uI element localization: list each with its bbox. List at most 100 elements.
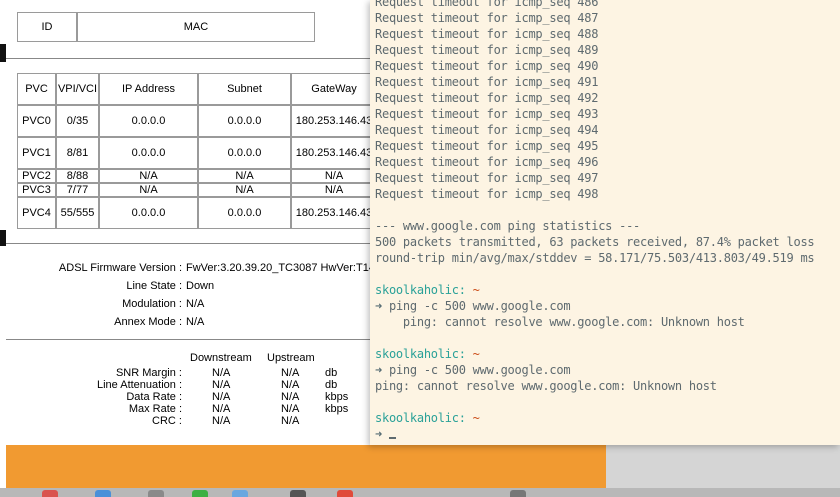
modulation-label: Modulation : bbox=[122, 298, 182, 310]
prompt-user: skoolkaholic: bbox=[375, 283, 466, 297]
table-row: PVC0 0/35 0.0.0.0 0.0.0.0 180.253.146.43 bbox=[17, 105, 377, 137]
ip-cell: N/A bbox=[99, 183, 198, 197]
dock-app-icon[interactable] bbox=[42, 490, 58, 497]
col-header-gateway: GateWay bbox=[291, 73, 377, 105]
annex-label: Annex Mode : bbox=[114, 316, 182, 328]
pvc-table: PVC VPI/VCI IP Address Subnet GateWay PV… bbox=[17, 73, 377, 229]
terminal-line: Request timeout for icmp_seq 495 bbox=[375, 139, 599, 153]
prompt-line: skoolkaholic: ~ bbox=[375, 283, 480, 297]
command-line: ➜ ping -c 500 www.google.com bbox=[375, 363, 571, 377]
dock-app-icon[interactable] bbox=[510, 490, 526, 497]
terminal-line: Request timeout for icmp_seq 494 bbox=[375, 123, 599, 137]
prompt-arrow-icon: ➜ bbox=[375, 427, 382, 441]
modulation-value: N/A bbox=[186, 298, 205, 310]
pvc-cell: PVC2 bbox=[17, 169, 56, 183]
prompt-arrow-icon: ➜ bbox=[375, 299, 382, 313]
ip-cell: 0.0.0.0 bbox=[99, 105, 198, 137]
crc-down: N/A bbox=[212, 415, 231, 427]
command-line: ➜ ping -c 500 www.google.com bbox=[375, 299, 571, 313]
ip-cell: 0.0.0.0 bbox=[99, 197, 198, 229]
mac-header: MAC bbox=[77, 12, 315, 42]
gateway-cell: 180.253.146.43 bbox=[291, 137, 377, 169]
vpivci-cell: 55/555 bbox=[56, 197, 99, 229]
desktop-background bbox=[606, 445, 840, 488]
attenuation-label: Line Attenuation : bbox=[96, 379, 182, 391]
dock-app-icon[interactable] bbox=[192, 490, 208, 497]
terminal-window[interactable]: Request timeout for icmp_seq 486 Request… bbox=[370, 0, 840, 445]
ping-stats-rtt: round-trip min/avg/max/stddev = 58.171/7… bbox=[375, 251, 815, 265]
command-text: ping -c 500 www.google.com bbox=[388, 363, 571, 377]
table-row: PVC3 7/77 N/A N/A N/A bbox=[17, 183, 377, 197]
table-header-row: PVC VPI/VCI IP Address Subnet GateWay bbox=[17, 73, 377, 105]
terminal-line: Request timeout for icmp_seq 492 bbox=[375, 91, 599, 105]
error-line: ping: cannot resolve www.google.com: Unk… bbox=[375, 315, 745, 329]
terminal-line: Request timeout for icmp_seq 493 bbox=[375, 107, 599, 121]
firmware-label: ADSL Firmware Version : bbox=[58, 262, 182, 274]
terminal-line: Request timeout for icmp_seq 486 bbox=[375, 0, 599, 9]
cursor-icon bbox=[388, 437, 396, 439]
prompt-dir: ~ bbox=[472, 283, 480, 297]
terminal-line: Request timeout for icmp_seq 497 bbox=[375, 171, 599, 185]
prompt-arrow-icon: ➜ bbox=[375, 363, 382, 377]
ip-cell: N/A bbox=[99, 169, 198, 183]
error-line: ping: cannot resolve www.google.com: Unk… bbox=[375, 379, 717, 393]
upstream-header: Upstream bbox=[267, 352, 315, 364]
subnet-cell: N/A bbox=[198, 169, 291, 183]
ping-stats-packets: 500 packets transmitted, 63 packets rece… bbox=[375, 235, 815, 249]
table-row: PVC2 8/88 N/A N/A N/A bbox=[17, 169, 377, 183]
crc-up: N/A bbox=[281, 415, 300, 427]
vpivci-cell: 8/88 bbox=[56, 169, 99, 183]
snr-label: SNR Margin : bbox=[115, 367, 182, 379]
terminal-line: Request timeout for icmp_seq 490 bbox=[375, 59, 599, 73]
dock bbox=[0, 488, 840, 497]
attenuation-unit: db bbox=[325, 379, 338, 391]
col-header-subnet: Subnet bbox=[198, 73, 291, 105]
vpivci-cell: 0/35 bbox=[56, 105, 99, 137]
command-text: ping -c 500 www.google.com bbox=[388, 299, 571, 313]
terminal-line: Request timeout for icmp_seq 498 bbox=[375, 187, 599, 201]
gateway-cell: 180.253.146.43 bbox=[291, 197, 377, 229]
pvc-cell: PVC1 bbox=[17, 137, 56, 169]
terminal-line: Request timeout for icmp_seq 491 bbox=[375, 75, 599, 89]
dock-app-icon[interactable] bbox=[95, 490, 111, 497]
annex-value: N/A bbox=[186, 316, 205, 328]
terminal-line: Request timeout for icmp_seq 487 bbox=[375, 11, 599, 25]
id-header: ID bbox=[17, 12, 77, 42]
downstream-header: Downstream bbox=[190, 352, 252, 364]
prompt-user: skoolkaholic: bbox=[375, 347, 466, 361]
dock-app-icon[interactable] bbox=[290, 490, 306, 497]
gateway-cell: 180.253.146.43 bbox=[291, 105, 377, 137]
dock-app-icon[interactable] bbox=[232, 490, 248, 497]
table-row: PVC4 55/555 0.0.0.0 0.0.0.0 180.253.146.… bbox=[17, 197, 377, 229]
ping-stats-header: --- www.google.com ping statistics --- bbox=[375, 219, 641, 233]
pvc-cell: PVC4 bbox=[17, 197, 56, 229]
max-rate-down: N/A bbox=[212, 403, 231, 415]
subnet-cell: 0.0.0.0 bbox=[198, 197, 291, 229]
line-state-label: Line State : bbox=[126, 280, 182, 292]
section-marker bbox=[0, 44, 6, 62]
snr-unit: db bbox=[325, 367, 338, 379]
gateway-cell: N/A bbox=[291, 169, 377, 183]
col-header-vpivci: VPI/VCI bbox=[56, 73, 99, 105]
data-rate-label: Data Rate : bbox=[126, 391, 182, 403]
footer-bar bbox=[6, 445, 606, 488]
subnet-cell: 0.0.0.0 bbox=[198, 137, 291, 169]
attenuation-up: N/A bbox=[281, 379, 300, 391]
max-rate-label: Max Rate : bbox=[128, 403, 182, 415]
prompt-line: skoolkaholic: ~ bbox=[375, 347, 480, 361]
prompt-dir: ~ bbox=[472, 411, 480, 425]
firmware-value: FwVer:3.20.39.20_TC3087 HwVer:T14 bbox=[186, 262, 375, 274]
dock-app-icon[interactable] bbox=[337, 490, 353, 497]
gateway-cell: N/A bbox=[291, 183, 377, 197]
data-rate-unit: kbps bbox=[325, 391, 349, 403]
snr-up: N/A bbox=[281, 367, 300, 379]
prompt-user: skoolkaholic: bbox=[375, 411, 466, 425]
line-state-value: Down bbox=[186, 280, 215, 292]
terminal-line: Request timeout for icmp_seq 488 bbox=[375, 27, 599, 41]
table-row: PVC1 8/81 0.0.0.0 0.0.0.0 180.253.146.43 bbox=[17, 137, 377, 169]
id-mac-table: ID MAC bbox=[17, 12, 315, 42]
input-line[interactable]: ➜ bbox=[375, 427, 396, 441]
dock-app-icon[interactable] bbox=[148, 490, 164, 497]
col-header-pvc: PVC bbox=[17, 73, 56, 105]
pvc-cell: PVC0 bbox=[17, 105, 56, 137]
